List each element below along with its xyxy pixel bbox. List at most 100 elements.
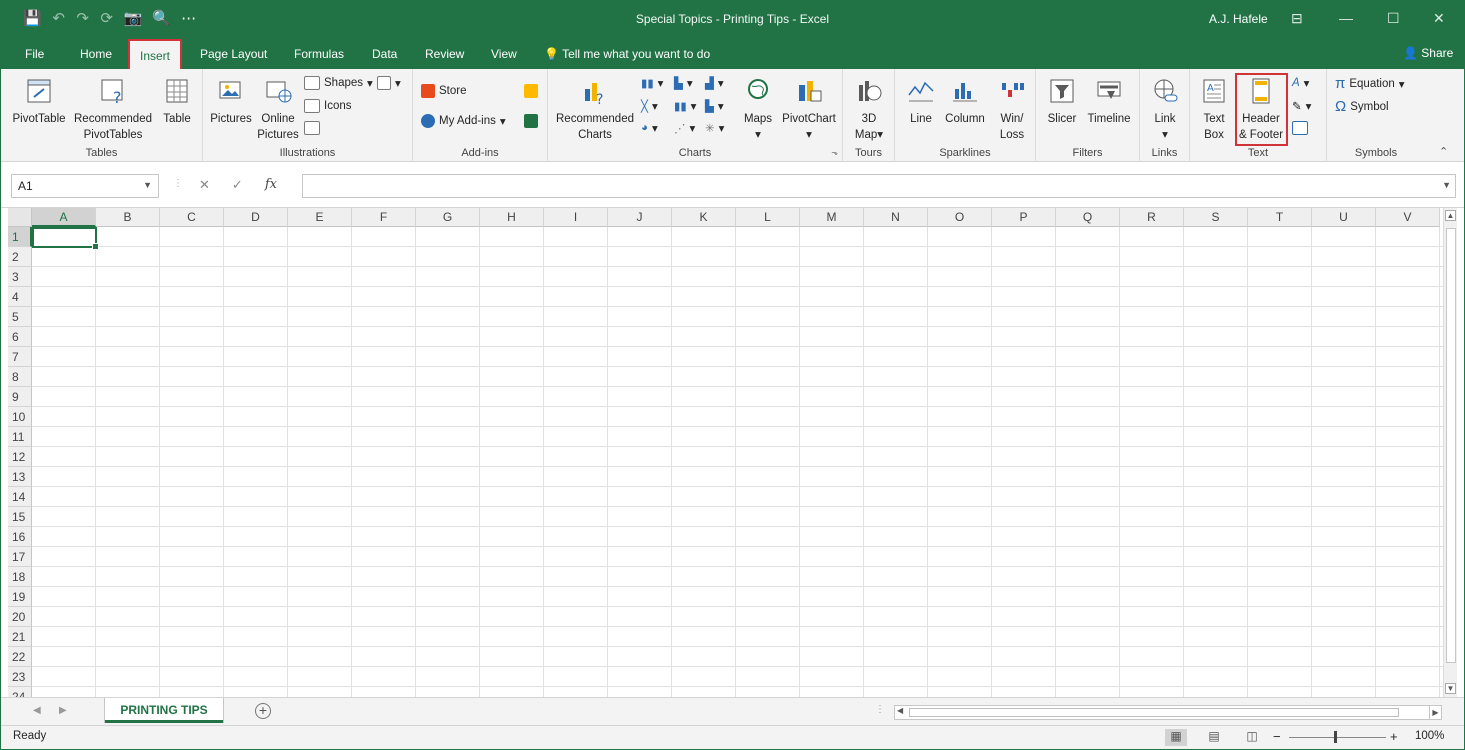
- pictures-button[interactable]: Pictures: [208, 77, 254, 127]
- column-header-g[interactable]: G: [416, 208, 480, 227]
- tab-data[interactable]: Data: [372, 47, 397, 61]
- scroll-left-icon[interactable]: ◀: [897, 706, 903, 715]
- prev-sheet-icon[interactable]: ◀: [33, 705, 41, 716]
- object-button[interactable]: [1292, 121, 1308, 135]
- sparkline-line-button[interactable]: Line: [904, 77, 938, 127]
- column-header-j[interactable]: J: [608, 208, 672, 227]
- zoom-slider[interactable]: [1289, 737, 1386, 738]
- pie-chart-button[interactable]: ◕ ▾: [641, 121, 658, 135]
- symbol-button[interactable]: Ω Symbol: [1335, 98, 1389, 115]
- minimize-icon[interactable]: —: [1339, 10, 1353, 26]
- enter-icon[interactable]: ✓: [232, 177, 243, 193]
- cancel-icon[interactable]: ✕: [199, 177, 210, 193]
- tab-insert[interactable]: Insert: [128, 39, 183, 71]
- insert-function-icon[interactable]: fx: [265, 177, 277, 193]
- pivottable-button[interactable]: PivotTable: [11, 77, 67, 127]
- scroll-up-icon[interactable]: ▲: [1445, 210, 1456, 221]
- column-header-q[interactable]: Q: [1056, 208, 1120, 227]
- row-header-17[interactable]: 17: [8, 547, 32, 567]
- row-header-19[interactable]: 19: [8, 587, 32, 607]
- column-header-b[interactable]: B: [96, 208, 160, 227]
- pivotchart-button[interactable]: PivotChart ▾: [778, 77, 840, 143]
- column-chart-button[interactable]: ▮▮ ▾: [641, 76, 663, 90]
- row-header-2[interactable]: 2: [8, 247, 32, 267]
- sparkline-column-button[interactable]: Column: [941, 77, 989, 127]
- vertical-scroll-thumb[interactable]: [1446, 228, 1456, 663]
- column-header-s[interactable]: S: [1184, 208, 1248, 227]
- column-header-n[interactable]: N: [864, 208, 928, 227]
- screenshot-button[interactable]: [304, 121, 320, 135]
- 3d-map-button[interactable]: 3D Map▾: [849, 77, 889, 143]
- online-pictures-button[interactable]: Online Pictures: [257, 77, 299, 143]
- row-header-5[interactable]: 5: [8, 307, 32, 327]
- row-header-15[interactable]: 15: [8, 507, 32, 527]
- row-header-6[interactable]: 6: [8, 327, 32, 347]
- column-header-m[interactable]: M: [800, 208, 864, 227]
- recommended-pivottables-button[interactable]: ? Recommended PivotTables: [71, 77, 155, 143]
- waterfall-chart-button[interactable]: ▟ ▾: [705, 76, 724, 90]
- column-header-h[interactable]: H: [480, 208, 544, 227]
- page-layout-view-icon[interactable]: ▤: [1203, 729, 1225, 746]
- timeline-button[interactable]: Timeline: [1082, 77, 1136, 127]
- maps-button[interactable]: Maps ▾: [740, 77, 776, 143]
- zoom-level[interactable]: 100%: [1415, 730, 1444, 742]
- active-cell-a1[interactable]: [32, 227, 99, 250]
- ribbon-display-options-icon[interactable]: ⊟: [1291, 10, 1303, 27]
- expand-formula-bar-icon[interactable]: ▼: [1442, 180, 1451, 190]
- row-header-10[interactable]: 10: [8, 407, 32, 427]
- zoom-slider-thumb[interactable]: [1334, 731, 1337, 743]
- splitter-icon[interactable]: ⋮: [875, 704, 885, 715]
- collapse-ribbon-icon[interactable]: ⌃: [1439, 145, 1448, 158]
- user-name[interactable]: A.J. Hafele: [1209, 12, 1268, 26]
- tab-home[interactable]: Home: [80, 47, 112, 61]
- radar-chart-button[interactable]: ✳ ▾: [705, 121, 724, 135]
- scatter-chart-button[interactable]: ⋰ ▾: [674, 121, 695, 135]
- hierarchy-chart-button[interactable]: ▙ ▾: [674, 76, 693, 90]
- vertical-scrollbar[interactable]: ▲ ▼: [1443, 208, 1457, 697]
- column-header-l[interactable]: L: [736, 208, 800, 227]
- column-header-r[interactable]: R: [1120, 208, 1184, 227]
- equation-button[interactable]: π Equation ▾: [1335, 75, 1405, 92]
- column-header-d[interactable]: D: [224, 208, 288, 227]
- normal-view-icon[interactable]: ▦: [1165, 729, 1187, 746]
- select-all-corner[interactable]: [8, 208, 32, 227]
- row-header-7[interactable]: 7: [8, 347, 32, 367]
- scroll-down-icon[interactable]: ▼: [1445, 683, 1456, 694]
- column-header-t[interactable]: T: [1248, 208, 1312, 227]
- link-button[interactable]: Link ▾: [1147, 77, 1183, 143]
- zoom-in-icon[interactable]: +: [1390, 729, 1398, 744]
- recommended-charts-button[interactable]: ? Recommended Charts: [552, 77, 638, 143]
- row-header-21[interactable]: 21: [8, 627, 32, 647]
- zoom-out-icon[interactable]: −: [1273, 729, 1281, 744]
- column-header-v[interactable]: V: [1376, 208, 1440, 227]
- sparkline-winloss-button[interactable]: Win/ Loss: [993, 77, 1031, 143]
- column-header-o[interactable]: O: [928, 208, 992, 227]
- row-header-3[interactable]: 3: [8, 267, 32, 287]
- formula-input[interactable]: ▼: [302, 174, 1456, 198]
- tab-file[interactable]: File: [25, 47, 44, 61]
- row-header-13[interactable]: 13: [8, 467, 32, 487]
- column-header-k[interactable]: K: [672, 208, 736, 227]
- row-header-18[interactable]: 18: [8, 567, 32, 587]
- store-button[interactable]: Store: [421, 84, 467, 98]
- row-header-20[interactable]: 20: [8, 607, 32, 627]
- signature-line-button[interactable]: ✎ ▾: [1292, 99, 1311, 113]
- shapes-button[interactable]: Shapes ▾: [304, 76, 373, 90]
- row-header-22[interactable]: 22: [8, 647, 32, 667]
- row-header-8[interactable]: 8: [8, 367, 32, 387]
- bing-maps-button[interactable]: [524, 84, 538, 98]
- sheet-tab-printing-tips[interactable]: PRINTING TIPS: [105, 698, 223, 723]
- my-add-ins-button[interactable]: My Add-ins ▾: [421, 114, 506, 128]
- share-button[interactable]: 👤 Share: [1403, 46, 1453, 60]
- column-header-i[interactable]: I: [544, 208, 608, 227]
- chevron-down-icon[interactable]: ▼: [143, 180, 152, 190]
- row-header-14[interactable]: 14: [8, 487, 32, 507]
- row-header-12[interactable]: 12: [8, 447, 32, 467]
- close-icon[interactable]: ✕: [1433, 10, 1445, 27]
- icons-button[interactable]: Icons: [304, 99, 352, 113]
- column-header-p[interactable]: P: [992, 208, 1056, 227]
- column-header-a[interactable]: A: [32, 208, 96, 227]
- tab-formulas[interactable]: Formulas: [294, 47, 344, 61]
- statistic-chart-button[interactable]: ▮▮ ▾: [674, 99, 696, 113]
- horizontal-scroll-thumb[interactable]: [909, 708, 1399, 717]
